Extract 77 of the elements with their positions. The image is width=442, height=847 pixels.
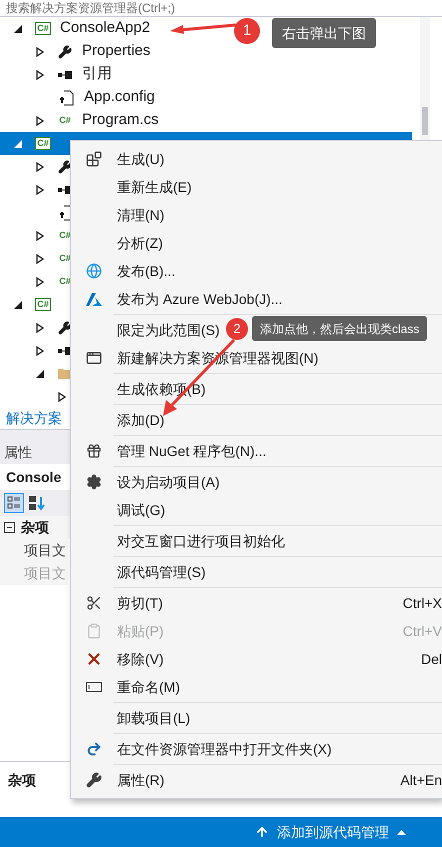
collapsed-arrow-icon[interactable] <box>36 116 44 126</box>
scissors-icon <box>86 595 102 611</box>
tree-row[interactable]: C# Program.cs <box>0 109 163 132</box>
csharp-file-icon: C# <box>59 231 71 240</box>
collapsed-arrow-icon[interactable] <box>36 184 44 194</box>
collapsed-arrow-icon[interactable] <box>36 230 44 240</box>
collapsed-arrow-icon[interactable] <box>36 276 44 286</box>
sort-alphabetical-icon[interactable] <box>28 494 46 512</box>
explorer-tab[interactable]: 解决方案 <box>6 408 62 429</box>
tree-label: 引用 <box>82 64 112 84</box>
category-label: 杂项 <box>21 518 49 537</box>
wrench-icon <box>58 160 72 174</box>
csharp-file-icon: C# <box>59 277 71 286</box>
annotation-tooltip: 添加点他，然后会出现类class <box>252 316 428 341</box>
menu-item[interactable]: 设为启动项目(A) <box>71 468 442 496</box>
caret-up-icon[interactable] <box>397 830 406 834</box>
csharp-project-icon: C# <box>35 22 51 35</box>
menu-item[interactable]: 在文件资源管理器中打开文件夹(X) <box>71 735 442 763</box>
object-name: Console <box>6 468 62 486</box>
tree-label: App.config <box>84 87 155 108</box>
panel-title: 属性 <box>4 442 32 462</box>
wrench-icon <box>58 44 72 58</box>
collapsed-arrow-icon[interactable] <box>36 322 44 332</box>
csharp-file-icon: C# <box>59 116 71 125</box>
annotation-tooltip: 右击弹出下图 <box>272 18 376 48</box>
description-title: 杂项 <box>8 771 36 790</box>
expanded-arrow-icon[interactable] <box>36 370 44 378</box>
expanded-arrow-icon[interactable] <box>14 300 22 308</box>
tree-row[interactable]: C# ConsoleApp2 <box>0 17 154 40</box>
rename-icon <box>86 682 102 692</box>
window-icon <box>86 350 102 366</box>
wrench-icon <box>86 772 102 788</box>
menu-item[interactable]: 卸载项目(L) <box>71 704 442 732</box>
collapsed-arrow-icon[interactable] <box>36 162 44 172</box>
references-icon <box>58 70 72 78</box>
tree-row[interactable]: C# <box>0 293 56 316</box>
tree-label: Program.cs <box>82 110 159 130</box>
collapsed-arrow-icon[interactable] <box>36 46 44 56</box>
csharp-project-icon: C# <box>35 137 51 150</box>
menu-item[interactable]: 管理 NuGet 程序包(N)... <box>71 437 442 465</box>
collapsed-arrow-icon[interactable] <box>36 70 44 80</box>
menu-item[interactable]: 调试(G) <box>71 496 442 524</box>
tree-label: Properties <box>82 41 150 62</box>
wrench-icon <box>58 320 72 334</box>
menu-item[interactable]: 重命名(M) <box>71 673 442 701</box>
tree-row[interactable]: Properties <box>0 40 154 63</box>
collapsed-arrow-icon[interactable] <box>36 254 44 264</box>
tree-label: ConsoleApp2 <box>60 18 150 38</box>
source-control-button[interactable]: 添加到源代码管理 <box>277 822 389 842</box>
categorized-view-icon[interactable] <box>4 493 24 513</box>
globe-icon <box>86 263 102 279</box>
menu-item[interactable]: 生成(U) <box>71 145 442 173</box>
clipboard-icon <box>86 623 102 639</box>
redo-arrow-icon <box>86 741 102 757</box>
menu-item[interactable]: 添加(D) <box>71 406 442 434</box>
tree-row[interactable]: 引用 <box>0 63 116 86</box>
tree-row[interactable]: App.config <box>0 86 159 109</box>
gift-icon <box>86 443 102 459</box>
arrow-up-icon <box>255 825 269 839</box>
csharp-file-icon: C# <box>59 254 71 263</box>
property-name-cell[interactable]: 项目文 <box>0 539 68 562</box>
settings-icon <box>86 474 102 490</box>
menu-item[interactable]: 移除(V) Del <box>71 645 442 673</box>
csharp-project-icon: C# <box>35 298 51 311</box>
menu-item[interactable]: 属性(R) Alt+En <box>71 766 442 794</box>
menu-item[interactable]: 对交互窗口进行项目初始化 <box>71 527 442 555</box>
menu-item[interactable]: 重新生成(E) <box>71 173 442 201</box>
collapsed-arrow-icon[interactable] <box>36 346 44 356</box>
triangle-logo-icon <box>86 292 102 306</box>
expanded-arrow-icon[interactable] <box>14 24 22 32</box>
search-field[interactable]: 搜索解决方案资源管理器(Ctrl+;) <box>0 0 442 17</box>
collapsed-arrow-icon[interactable] <box>58 392 66 402</box>
collapse-icon[interactable] <box>4 522 15 533</box>
menu-item[interactable]: 源代码管理(S) <box>71 558 442 586</box>
menu-item[interactable]: 剪切(T) Ctrl+X <box>71 589 442 617</box>
config-file-icon <box>60 90 74 106</box>
blocks-icon <box>86 151 102 167</box>
